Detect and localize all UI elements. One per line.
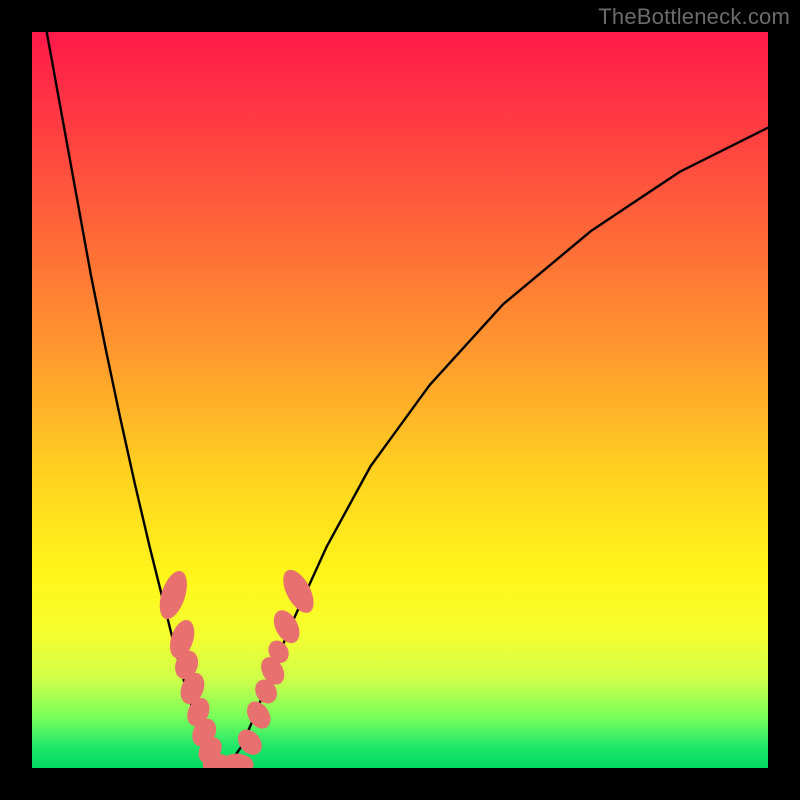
watermark-text: TheBottleneck.com xyxy=(598,4,790,30)
markers-group xyxy=(154,565,320,768)
series-curve-right xyxy=(223,128,768,768)
marker-dot-0 xyxy=(154,568,192,623)
curve-overlay xyxy=(32,32,768,768)
plot-area xyxy=(32,32,768,768)
curves-group xyxy=(47,32,768,768)
chart-stage: TheBottleneck.com xyxy=(0,0,800,800)
